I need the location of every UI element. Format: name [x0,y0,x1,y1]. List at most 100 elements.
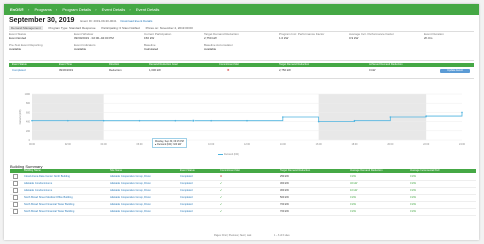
x-tick-label: 18:00 [352,143,359,146]
brand-logo[interactable]: EnOS® [10,7,24,12]
x-tick-label: 24:00 [459,143,466,146]
download-link[interactable]: Download Event Details [120,19,152,23]
hover-marker[interactable] [191,119,195,123]
cell: 0 kW [410,203,416,206]
y-tick-label: 800 [26,102,31,105]
meta-pretest: Pre-Test Event Reporting Available [9,43,43,51]
chart-svg: 0200400600800100000:0002:0004:0006:0008:… [19,93,466,146]
cell: 500 kW [280,196,289,199]
y-tick-label: 400 [26,121,31,124]
site-name: Adelaide Cooperative Group, Dixon [110,203,151,206]
demand-point [389,116,392,118]
x-tick-label: 06:00 [137,143,144,146]
cell[interactable]: Completed [180,181,193,187]
cell: 0 kW [410,189,416,192]
cell[interactable]: Completed [180,174,193,180]
tag-participating: Participating: 0 Sites Notified [101,26,140,30]
commitment-icon: ✔ [220,210,223,213]
commitment-icon: ✔ [220,203,223,206]
cell: 0 kW [410,182,416,185]
demand-point [461,111,463,114]
cell: 0 kW [410,175,416,178]
building-name[interactable]: North Broad Street Financial Tower Build… [24,209,74,215]
demand-point [174,119,177,122]
meta-target-reduction: Target Demand Reduction 2,750 kW [204,32,239,40]
cell: 700 kW [280,203,289,206]
event-id: Event ID: 2019-09-30-0041 [80,19,117,23]
divider [9,78,474,79]
x-tick-label: 00:00 [29,143,36,146]
meta-event-window: Event Window 09/30/2019 · 02:00–04:00 PM [74,32,114,40]
divider [9,60,474,61]
breadcrumb-current: Event Details [135,7,160,12]
commitment-icon: ✖ [220,175,223,178]
x-tick-label: 16:00 [316,143,323,146]
breadcrumb-programs[interactable]: Programs [34,7,51,12]
cell: 300 kW [280,182,289,185]
summary-row: Completed 09/30/2019 Reduction 1,000 kW … [12,68,376,72]
chevron-right-icon: › [129,7,131,12]
update-event-button[interactable]: Update Event [440,68,470,73]
building-name[interactable]: Adelaide Condominiums [24,181,52,187]
cell[interactable]: Completed [180,209,193,215]
breadcrumb-program-details[interactable]: Program Details [62,7,91,12]
y-tick-label: 600 [26,111,31,114]
table-row[interactable]: North Broad Street Financial Tower Build… [10,202,476,209]
chevron-right-icon: › [55,7,58,12]
x-tick-label: 04:00 [101,143,108,146]
row-checkbox[interactable] [13,195,18,200]
building-name[interactable]: North Broad Street Financial Tower Build… [24,202,74,208]
table-row[interactable]: Adelaide Condominiums Adelaide Cooperativ… [10,188,476,195]
building-name[interactable]: Adelaide Condominiums [24,188,52,194]
cell[interactable]: Completed [180,202,193,208]
table-row[interactable]: Adelaide Condominiums Adelaide Cooperativ… [10,181,476,188]
row-checkbox[interactable] [13,181,18,186]
commitment-icon: ✔ [220,189,223,192]
cell: 0 kW [350,203,356,206]
table-row[interactable]: North Broad Street Medical Office Buildi… [10,195,476,202]
meta-indicators: Event Indicators Available [74,43,96,51]
row-checkbox[interactable] [13,209,18,214]
cell[interactable]: Completed [180,188,193,194]
cell: 0 kW [350,175,356,178]
meta-baseline: Baseline Calculated [144,43,159,51]
row-checkbox[interactable] [13,174,18,179]
commitment-icon: ✔ [220,182,223,185]
summary-header: Event Status Event Time Direction Demand… [9,63,474,67]
legend-line-icon [218,153,223,155]
meta-event-status: Event Status Event Ended [9,32,27,40]
row-checkbox[interactable] [13,202,18,207]
cell: 0 kW [350,196,356,199]
table-row[interactable]: North Broad Street Financial Tower Build… [10,209,476,216]
cell[interactable]: Completed [180,195,193,201]
cell: 0 kW [410,210,416,213]
site-name: Adelaide Cooperative Group, Dixon [110,189,151,192]
table-row[interactable]: Cloud Arena Data Center North Building Ad… [10,174,476,181]
x-tick-label: 22:00 [423,143,430,146]
demand-point [102,119,105,122]
site-name: Adelaide Cooperative Group, Dixon [110,175,151,178]
breadcrumb-event-details[interactable]: Event Details [102,7,126,12]
y-tick-label: 1000 [25,93,31,96]
page-title: September 30, 2019 Event ID: 2019-09-30-… [9,17,152,24]
cell: 700 kW [280,210,289,213]
demand-point [210,119,212,122]
x-tick-label: 10:00 [208,143,215,146]
demand-point [425,115,427,117]
app-window: EnOS® › Programs › Program Details › Eve… [4,4,479,240]
y-tick-label: 0 [29,139,31,142]
page-title-text: September 30, 2019 [9,17,75,24]
demand-point [282,116,284,118]
cell: 250 kW [280,175,289,178]
meta-current-participation: Current Participation 150 kW [144,32,172,40]
pagination[interactable]: Pages: First | Previous | Next | Last [214,234,251,237]
building-name[interactable]: Cloud Arena Data Center North Building [24,174,70,180]
tag-demand-management[interactable]: Demand Management [9,26,43,30]
chart-legend[interactable]: Demand (kW) [218,153,239,156]
chevron-right-icon: › [95,7,97,12]
meta-accumulator: Baseline Accumulator Available [204,43,233,51]
y-tick-label: 200 [26,130,31,133]
building-name[interactable]: North Broad Street Medical Office Buildi… [24,195,73,201]
row-checkbox[interactable] [13,188,18,193]
cell: 0 kW [410,196,416,199]
